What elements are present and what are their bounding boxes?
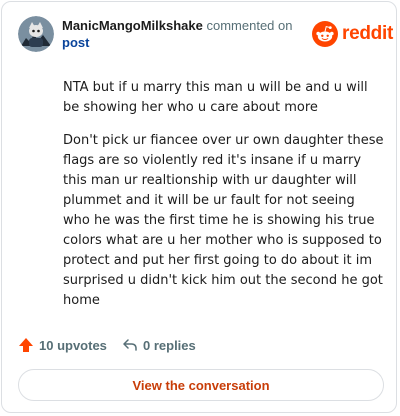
comment-paragraph: Don't pick ur fiancee over ur own daught…: [63, 133, 384, 308]
avatar[interactable]: [18, 16, 54, 52]
post-link[interactable]: post: [62, 34, 302, 51]
upvote-button[interactable]: 10 upvotes: [18, 335, 107, 355]
reddit-brand[interactable]: reddit: [312, 21, 393, 47]
reddit-logo-icon: [312, 21, 338, 47]
avatar-image: [18, 16, 54, 52]
comment-embed-card: ManicMangoMilkshake commented on post re…: [1, 1, 397, 413]
commented-on-text: commented on: [202, 18, 293, 33]
comment-header: ManicMangoMilkshake commented on post: [62, 17, 302, 51]
username-link[interactable]: ManicMangoMilkshake: [62, 18, 203, 33]
comment-paragraph: NTA but if u marry this man u will be an…: [63, 80, 368, 115]
view-conversation-button[interactable]: View the conversation: [18, 369, 384, 401]
replies-button[interactable]: 0 replies: [122, 335, 196, 355]
upvote-arrow-icon: [19, 338, 33, 352]
reply-icon: [123, 339, 137, 351]
comment-body: NTA but if u marry this man u will be an…: [63, 78, 385, 324]
upvotes-count: 10 upvotes: [39, 337, 107, 353]
reddit-wordmark: reddit: [342, 23, 393, 44]
replies-count: 0 replies: [143, 337, 196, 353]
